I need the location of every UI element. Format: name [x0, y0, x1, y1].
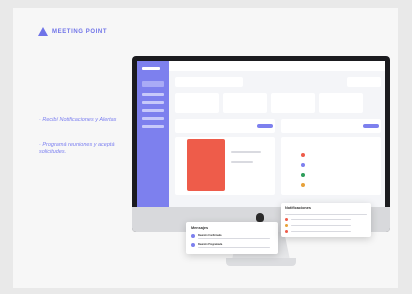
triangle-logo-icon [38, 27, 48, 36]
notification-row[interactable] [291, 231, 351, 232]
dashboard-screen [137, 61, 385, 207]
message-title[interactable]: Reunión Programada [198, 243, 222, 246]
sidebar-logo [142, 67, 160, 70]
stat-card [223, 93, 267, 113]
notification-icon [285, 218, 288, 221]
notification-header-line [285, 214, 367, 215]
notifications-title: Notificaciones [285, 206, 311, 210]
sidebar-item[interactable] [142, 101, 164, 104]
date-box [347, 77, 381, 87]
imac-base [226, 258, 296, 266]
contact-avatar [301, 183, 305, 187]
notification-icon [285, 224, 288, 227]
sidebar-item[interactable] [142, 109, 164, 112]
feature-meetings: · Programá reuniones y aceptá solicitude… [39, 142, 115, 155]
alert-card [187, 139, 225, 191]
dashboard-sidebar [137, 61, 169, 207]
text-line [231, 161, 253, 163]
message-preview [198, 238, 270, 239]
welcome-box [175, 77, 243, 87]
apple-logo-icon [256, 213, 264, 222]
requests-button[interactable] [363, 124, 379, 128]
message-icon [191, 243, 195, 247]
schedule-button[interactable] [257, 124, 273, 128]
feature-notifications: · Recibí Notificaciones y Alertas [39, 117, 117, 123]
sidebar-item[interactable] [142, 117, 164, 120]
stat-card [319, 93, 363, 113]
brand-logo: MEETING POINT [38, 27, 107, 36]
notification-icon [285, 230, 288, 233]
notification-row[interactable] [291, 219, 351, 220]
contact-avatar [301, 173, 305, 177]
message-preview [198, 247, 270, 248]
notification-row[interactable] [291, 225, 351, 226]
message-icon [191, 234, 195, 238]
contact-avatar [301, 163, 305, 167]
stat-card [271, 93, 315, 113]
contact-avatar [301, 153, 305, 157]
text-line [231, 151, 261, 153]
stat-card [175, 93, 219, 113]
brand-name: MEETING POINT [52, 28, 108, 35]
contacts-panel [281, 137, 381, 195]
sidebar-item[interactable] [142, 125, 164, 128]
messages-popup: Mensajes Reunión Confirmada Reunión Prog… [186, 222, 278, 254]
messages-title: Mensajes [191, 226, 209, 230]
sidebar-item[interactable] [142, 93, 164, 96]
dashboard-topbar [169, 61, 385, 71]
message-title[interactable]: Reunión Confirmada [198, 234, 222, 237]
notifications-popup: Notificaciones [281, 203, 371, 237]
sidebar-item[interactable] [142, 81, 164, 87]
